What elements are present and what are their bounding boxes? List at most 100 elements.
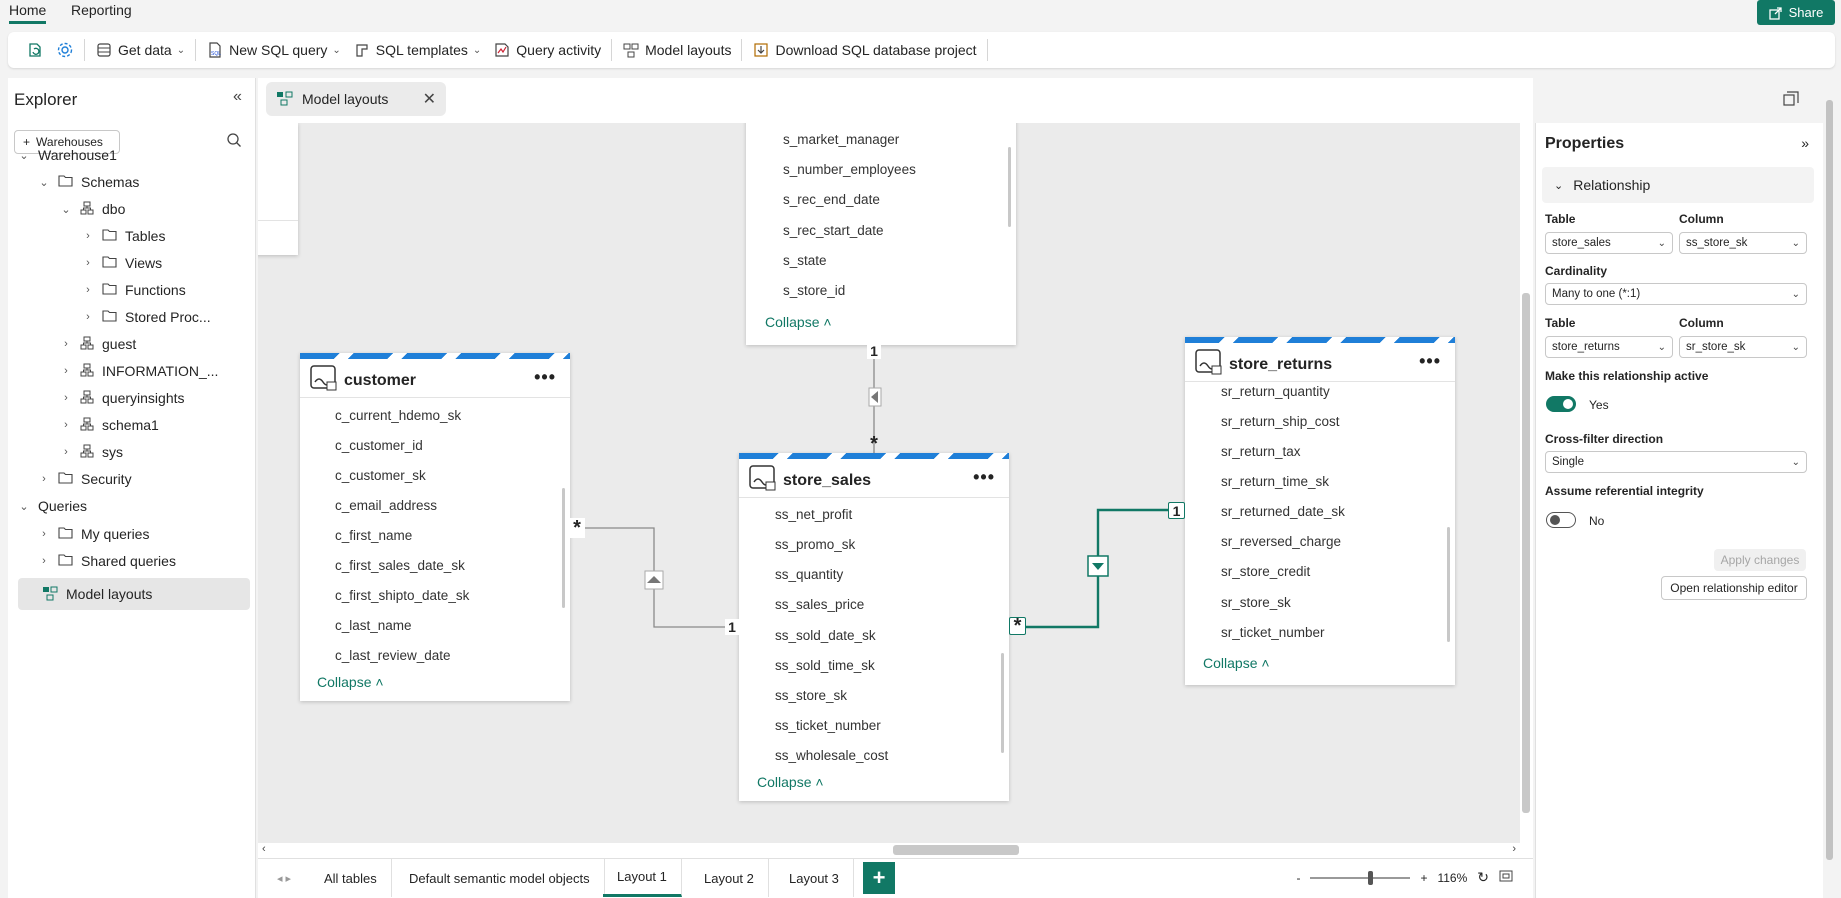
tab-home[interactable]: Home — [9, 2, 47, 24]
column-item[interactable]: ss_ticket_number — [775, 718, 881, 733]
scrollbar[interactable] — [562, 488, 565, 608]
column-item[interactable]: c_current_hdemo_sk — [335, 408, 461, 423]
column-item[interactable]: sr_returned_date_sk — [1221, 504, 1345, 519]
settings-button[interactable] — [50, 36, 80, 64]
scroll-left-icon[interactable]: ‹ — [262, 843, 266, 855]
column-item[interactable]: ss_sold_date_sk — [775, 628, 876, 643]
download-project-button[interactable]: Download SQL database project — [746, 36, 982, 64]
tab-scroll-arrows[interactable]: ◂ ▸ — [258, 859, 310, 897]
horizontal-scrollbar[interactable]: ‹ › — [258, 843, 1520, 857]
column-item[interactable]: sr_return_ship_cost — [1221, 414, 1340, 429]
column-item[interactable]: c_first_shipto_date_sk — [335, 588, 469, 603]
column-item[interactable]: s_market_manager — [783, 132, 899, 147]
column-item[interactable]: sr_return_tax — [1221, 444, 1301, 459]
tab-layout-2[interactable]: Layout 2 — [690, 859, 769, 897]
collapse-properties-icon[interactable]: » — [1801, 135, 1809, 151]
column-item[interactable]: ss_quantity — [775, 567, 843, 582]
popout-icon[interactable] — [1783, 91, 1799, 110]
column-item[interactable]: ss_promo_sk — [775, 537, 855, 552]
more-options-icon[interactable]: ••• — [534, 367, 556, 388]
table-card-customer[interactable]: customer ••• c_current_hdemo_sk c_custom… — [300, 353, 570, 701]
column-item[interactable]: ss_store_sk — [775, 688, 847, 703]
column-item[interactable]: s_rec_start_date — [783, 223, 884, 238]
column-item[interactable]: sr_ticket_number — [1221, 625, 1325, 640]
collapse-link[interactable]: Collapse ˄ — [1203, 655, 1270, 671]
tab-all-tables[interactable]: All tables — [310, 859, 392, 897]
tab-reporting[interactable]: Reporting — [71, 2, 132, 18]
search-icon[interactable] — [226, 132, 242, 151]
page-scrollbar[interactable] — [1823, 78, 1837, 898]
new-sql-query-button[interactable]: SQL New SQL query ⌄ — [200, 36, 347, 64]
to-column-select[interactable]: sr_store_sk ⌄ — [1679, 336, 1807, 358]
table-card-store-returns[interactable]: store_returns ••• sr_return_quantity sr_… — [1185, 337, 1455, 685]
active-toggle[interactable] — [1546, 396, 1576, 412]
column-item[interactable]: c_customer_id — [335, 438, 423, 453]
scroll-thumb[interactable] — [1826, 100, 1833, 860]
integrity-toggle[interactable] — [1546, 512, 1576, 528]
column-item[interactable]: ss_sold_time_sk — [775, 658, 875, 673]
zoom-in-button[interactable]: + — [1420, 871, 1427, 885]
sql-templates-button[interactable]: SQL templates ⌄ — [347, 36, 487, 64]
collapse-pane-icon[interactable]: « — [233, 88, 242, 106]
more-options-icon[interactable]: ••• — [973, 467, 995, 488]
tab-layout-3[interactable]: Layout 3 — [775, 859, 854, 897]
zoom-out-button[interactable]: - — [1296, 871, 1300, 885]
zoom-thumb[interactable] — [1368, 870, 1374, 885]
crossfilter-select[interactable]: Single ⌄ — [1545, 451, 1807, 473]
column-item[interactable]: c_last_review_date — [335, 648, 451, 663]
add-layout-button[interactable]: + — [863, 862, 895, 894]
scrollbar[interactable] — [1008, 147, 1011, 227]
close-icon[interactable]: ✕ — [423, 89, 436, 109]
scroll-thumb[interactable] — [893, 845, 1019, 855]
column-item[interactable]: sr_store_sk — [1221, 595, 1291, 610]
model-layouts-button[interactable]: Model layouts — [616, 36, 737, 64]
column-item[interactable]: ss_wholesale_cost — [775, 748, 888, 763]
tab-default-semantic-model[interactable]: Default semantic model objects — [395, 859, 605, 897]
column-item[interactable]: c_first_sales_date_sk — [335, 558, 465, 573]
document-tab-model-layouts[interactable]: Model layouts ✕ — [266, 82, 446, 116]
column-item[interactable]: s_state — [783, 253, 827, 268]
scrollbar[interactable] — [1001, 653, 1004, 753]
collapse-link[interactable]: Collapse ˄ — [317, 674, 384, 690]
query-activity-button[interactable]: Query activity — [487, 36, 607, 64]
column-item[interactable]: c_last_name — [335, 618, 412, 633]
tree-shared-queries[interactable]: › Shared queries — [38, 545, 176, 577]
tab-layout-1[interactable]: Layout 1 — [603, 859, 682, 897]
column-item[interactable]: c_email_address — [335, 498, 437, 513]
from-table-select[interactable]: store_sales ⌄ — [1545, 232, 1673, 254]
diagram-canvas[interactable]: s_market_manager s_number_employees s_re… — [258, 123, 1520, 845]
column-item[interactable]: s_number_employees — [783, 162, 916, 177]
reset-zoom-icon[interactable]: ↻ — [1477, 869, 1489, 886]
open-relationship-editor-button[interactable]: Open relationship editor — [1661, 576, 1807, 600]
get-data-button[interactable]: Get data ⌄ — [89, 36, 191, 64]
to-table-select[interactable]: store_returns ⌄ — [1545, 336, 1673, 358]
column-item[interactable]: s_store_id — [783, 283, 845, 298]
column-item[interactable]: sr_return_time_sk — [1221, 474, 1329, 489]
relationship-section[interactable]: ⌄ Relationship — [1542, 167, 1814, 203]
share-button[interactable]: Share — [1757, 0, 1835, 25]
tree-model-layouts[interactable]: Model layouts — [18, 578, 250, 610]
scrollbar[interactable] — [1447, 527, 1450, 642]
fit-to-screen-icon[interactable] — [1499, 870, 1513, 885]
vertical-scrollbar[interactable] — [1520, 123, 1532, 845]
table-card-store[interactable]: s_market_manager s_number_employees s_re… — [746, 123, 1016, 345]
column-item[interactable]: ss_net_profit — [775, 507, 852, 522]
column-item[interactable]: c_first_name — [335, 528, 412, 543]
column-item[interactable]: sr_store_credit — [1221, 564, 1310, 579]
from-column-select[interactable]: ss_store_sk ⌄ — [1679, 232, 1807, 254]
column-item[interactable]: c_customer_sk — [335, 468, 426, 483]
table-card-partial[interactable] — [258, 123, 298, 255]
apply-changes-button[interactable]: Apply changes — [1714, 549, 1806, 571]
column-item[interactable]: ss_sales_price — [775, 597, 864, 612]
more-options-icon[interactable]: ••• — [1419, 351, 1441, 372]
column-item[interactable]: s_rec_end_date — [783, 192, 880, 207]
zoom-slider[interactable] — [1310, 870, 1411, 885]
column-item[interactable]: sr_return_quantity — [1221, 384, 1330, 399]
cardinality-select[interactable]: Many to one (*:1) ⌄ — [1545, 283, 1807, 305]
table-card-store-sales[interactable]: store_sales ••• ss_net_profit ss_promo_s… — [739, 453, 1009, 801]
scroll-right-icon[interactable]: › — [1512, 843, 1516, 855]
column-item[interactable]: sr_reversed_charge — [1221, 534, 1341, 549]
scroll-thumb[interactable] — [1522, 293, 1530, 813]
collapse-link[interactable]: Collapse ˄ — [757, 774, 824, 790]
collapse-link[interactable]: Collapse ˄ — [765, 314, 832, 330]
